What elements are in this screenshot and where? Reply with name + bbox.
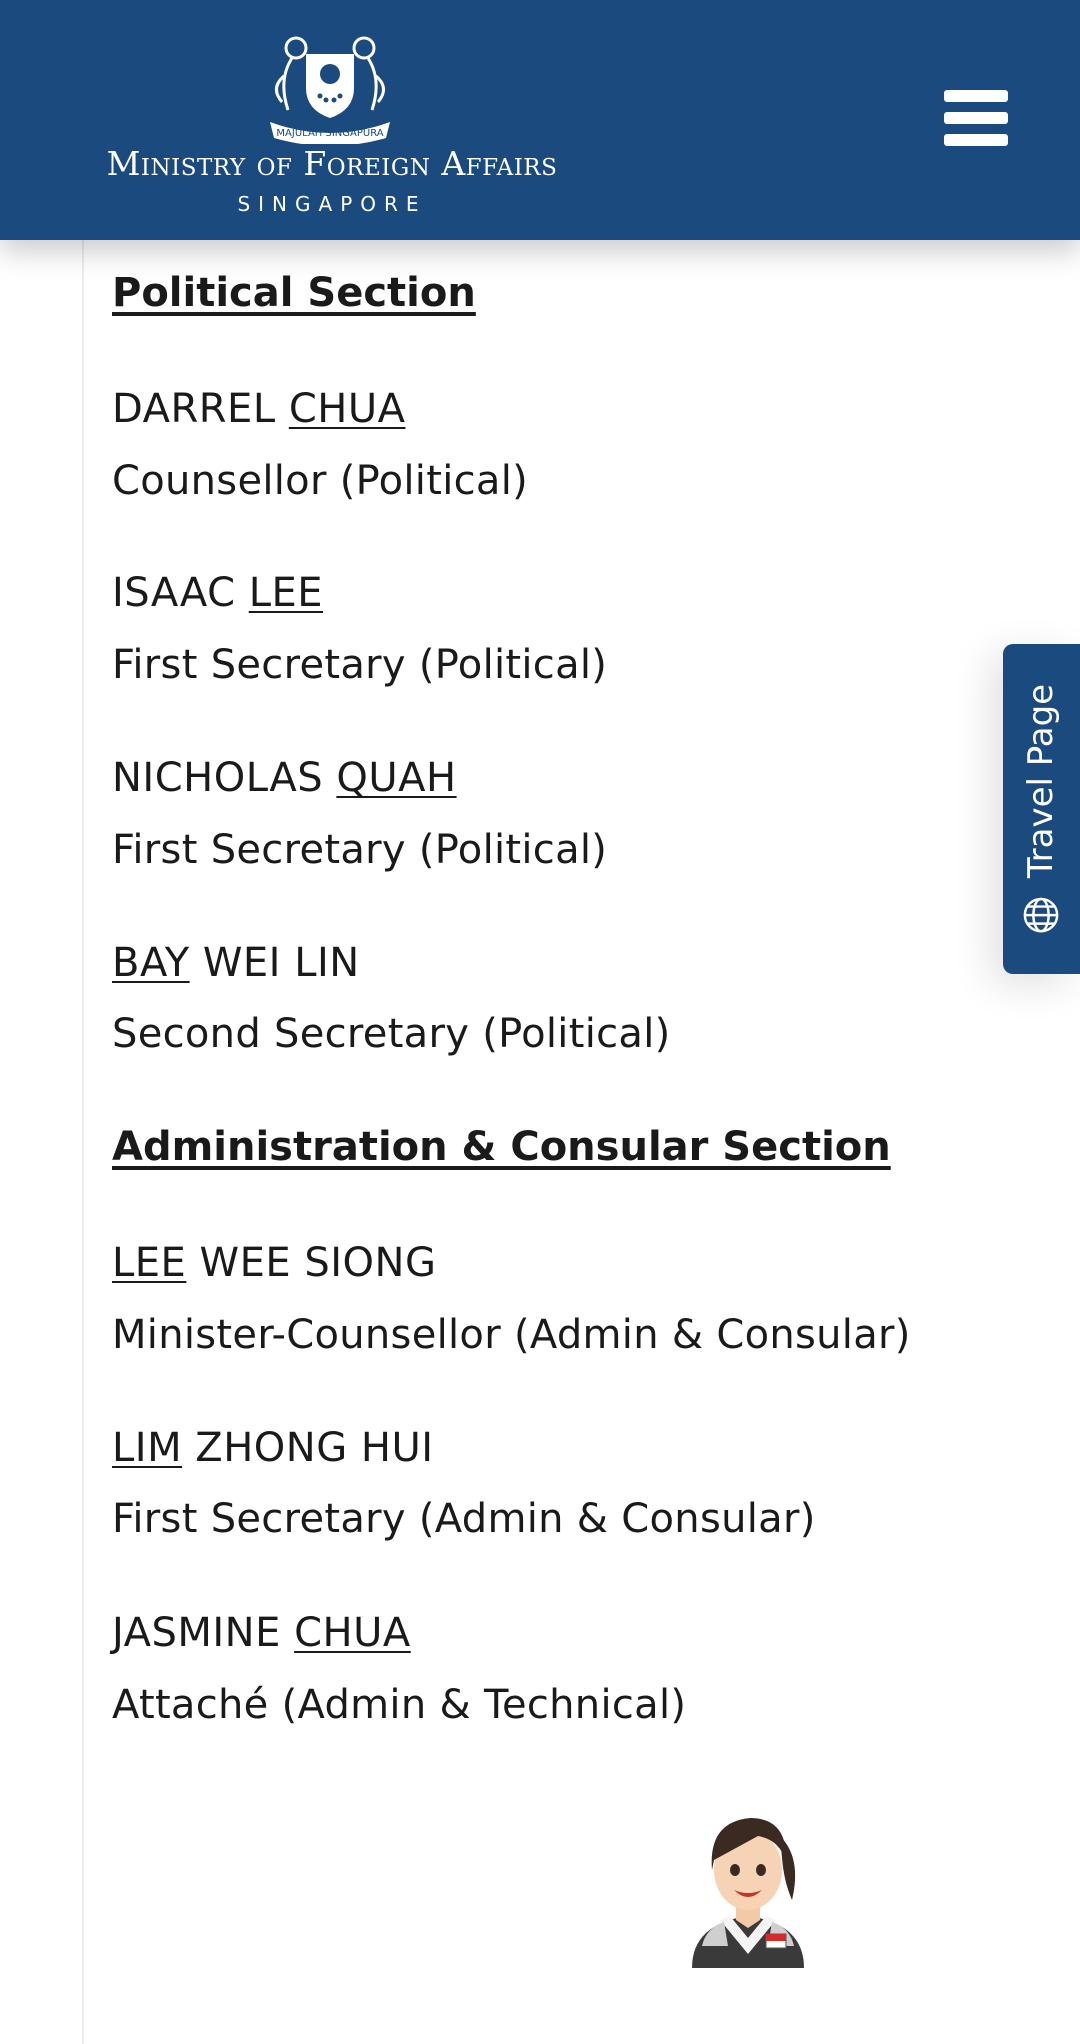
staff-role: Second Secretary (Political) <box>112 1011 671 1057</box>
staff-name: DARREL CHUA <box>112 386 406 432</box>
logo-motto: MAJULAH SINGAPURA <box>276 128 383 139</box>
staff-role: Minister-Counsellor (Admin & Consular) <box>112 1312 911 1358</box>
staff-role: Counsellor (Political) <box>112 458 529 504</box>
site-header: MAJULAH SINGAPURA Ministry of Foreign Af… <box>0 0 1080 240</box>
staff-name: BAY WEI LIN <box>112 940 360 986</box>
travel-page-tab[interactable]: Travel Page <box>1003 644 1080 974</box>
mfa-crest-logo[interactable]: MAJULAH SINGAPURA <box>262 26 398 144</box>
travel-page-label: Travel Page <box>1021 683 1061 879</box>
staff-role: Attaché (Admin & Technical) <box>112 1682 687 1728</box>
staff-name: NICHOLAS QUAH <box>112 755 457 801</box>
staff-name: LEE WEE SIONG <box>112 1240 437 1286</box>
staff-name: LIM ZHONG HUI <box>112 1425 434 1471</box>
staff-role: First Secretary (Political) <box>112 827 608 873</box>
section-heading-admin-consular: Administration & Consular Section <box>112 1124 891 1170</box>
hamburger-menu-icon[interactable] <box>940 86 1012 150</box>
section-heading-political: Political Section <box>112 270 476 316</box>
staff-role: First Secretary (Political) <box>112 642 608 688</box>
brand-subtitle: SINGAPORE <box>237 192 427 216</box>
staff-name: JASMINE CHUA <box>112 1610 411 1656</box>
virtual-assistant-avatar[interactable] <box>662 1796 834 1968</box>
staff-name: ISAAC LEE <box>112 570 324 616</box>
content-rule <box>82 240 84 2044</box>
globe-icon <box>1023 897 1059 933</box>
staff-role: First Secretary (Admin & Consular) <box>112 1496 816 1542</box>
brand-title: Ministry of Foreign Affairs <box>106 144 558 183</box>
